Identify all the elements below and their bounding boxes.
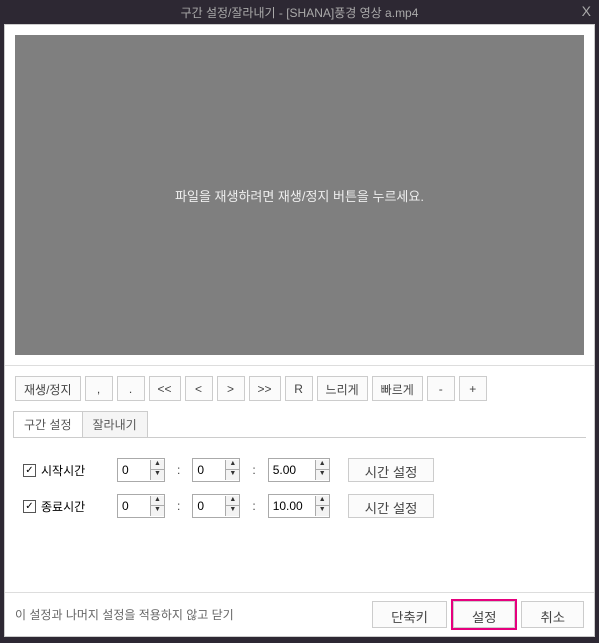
tabs: 구간 설정 잘라내기	[13, 411, 586, 438]
reset-button[interactable]: R	[285, 376, 313, 401]
up-icon[interactable]: ▲	[225, 460, 239, 470]
end-sec-field[interactable]	[269, 496, 315, 516]
start-hour-input[interactable]: ▲▼	[117, 458, 165, 482]
up-icon[interactable]: ▲	[150, 496, 164, 506]
set-start-time-button[interactable]: 시간 설정	[348, 458, 435, 482]
up-icon[interactable]: ▲	[225, 496, 239, 506]
frame-fwd-button[interactable]: .	[117, 376, 145, 401]
end-time-row: ✓ 종료시간 ▲▼ : ▲▼ : ▲▼ 시간 설정	[23, 494, 576, 518]
start-sec-input[interactable]: ▲▼	[268, 458, 330, 482]
start-hour-field[interactable]	[118, 460, 150, 480]
start-time-row: ✓ 시작시간 ▲▼ : ▲▼ : ▲▼ 시간 설정	[23, 458, 576, 482]
start-time-label: 시작시간	[41, 462, 85, 479]
tab-range[interactable]: 구간 설정	[13, 411, 83, 437]
end-sec-input[interactable]: ▲▼	[268, 494, 330, 518]
colon: :	[173, 463, 184, 477]
rewind-fast-button[interactable]: <<	[149, 376, 181, 401]
faster-button[interactable]: 빠르게	[372, 376, 423, 401]
down-icon[interactable]: ▼	[225, 470, 239, 480]
video-preview: 파일을 재생하려면 재생/정지 버튼을 누르세요.	[15, 35, 584, 355]
up-icon[interactable]: ▲	[315, 460, 329, 470]
preview-message: 파일을 재생하려면 재생/정지 버튼을 누르세요.	[175, 186, 424, 205]
window-body: 파일을 재생하려면 재생/정지 버튼을 누르세요. 재생/정지 , . << <…	[4, 24, 595, 637]
colon: :	[173, 499, 184, 513]
forward-button[interactable]: >	[217, 376, 245, 401]
end-hour-field[interactable]	[118, 496, 150, 516]
start-min-input[interactable]: ▲▼	[192, 458, 240, 482]
preview-wrap: 파일을 재생하려면 재생/정지 버튼을 누르세요.	[5, 25, 594, 366]
zoom-out-button[interactable]: -	[427, 376, 455, 401]
bottom-bar: 이 설정과 나머지 설정을 적용하지 않고 닫기 단축키 설정 취소	[5, 592, 594, 636]
down-icon[interactable]: ▼	[315, 506, 329, 516]
end-hour-spinner[interactable]: ▲▼	[150, 496, 164, 516]
end-time-label: 종료시간	[41, 498, 85, 515]
end-time-checkbox-group: ✓ 종료시간	[23, 498, 109, 515]
titlebar: 구간 설정/잘라내기 - [SHANA]풍경 영상 a.mp4 X	[0, 0, 599, 24]
close-without-apply-note[interactable]: 이 설정과 나머지 설정을 적용하지 않고 닫기	[15, 606, 366, 623]
up-icon[interactable]: ▲	[315, 496, 329, 506]
start-hour-spinner[interactable]: ▲▼	[150, 460, 164, 480]
apply-button[interactable]: 설정	[453, 601, 516, 628]
range-panel: ✓ 시작시간 ▲▼ : ▲▼ : ▲▼ 시간 설정	[13, 438, 586, 540]
end-min-spinner[interactable]: ▲▼	[225, 496, 239, 516]
start-min-field[interactable]	[193, 460, 225, 480]
frame-back-button[interactable]: ,	[85, 376, 113, 401]
end-min-input[interactable]: ▲▼	[192, 494, 240, 518]
down-icon[interactable]: ▼	[150, 506, 164, 516]
cancel-button[interactable]: 취소	[521, 601, 584, 628]
end-sec-spinner[interactable]: ▲▼	[315, 496, 329, 516]
up-icon[interactable]: ▲	[150, 460, 164, 470]
tabs-container: 구간 설정 잘라내기 ✓ 시작시간 ▲▼ : ▲▼ :	[5, 411, 594, 540]
start-sec-spinner[interactable]: ▲▼	[315, 460, 329, 480]
forward-fast-button[interactable]: >>	[249, 376, 281, 401]
set-end-time-button[interactable]: 시간 설정	[348, 494, 435, 518]
down-icon[interactable]: ▼	[225, 506, 239, 516]
down-icon[interactable]: ▼	[150, 470, 164, 480]
end-hour-input[interactable]: ▲▼	[117, 494, 165, 518]
slower-button[interactable]: 느리게	[317, 376, 368, 401]
start-min-spinner[interactable]: ▲▼	[225, 460, 239, 480]
close-icon[interactable]: X	[582, 3, 591, 19]
end-time-checkbox[interactable]: ✓	[23, 500, 36, 513]
shortcut-button[interactable]: 단축키	[372, 601, 447, 628]
player-controls: 재생/정지 , . << < > >> R 느리게 빠르게 - +	[5, 366, 594, 411]
start-time-checkbox-group: ✓ 시작시간	[23, 462, 109, 479]
tab-cut[interactable]: 잘라내기	[82, 411, 148, 437]
start-sec-field[interactable]	[269, 460, 315, 480]
play-pause-button[interactable]: 재생/정지	[15, 376, 81, 401]
colon: :	[248, 499, 259, 513]
zoom-in-button[interactable]: +	[459, 376, 487, 401]
start-time-checkbox[interactable]: ✓	[23, 464, 36, 477]
colon: :	[248, 463, 259, 477]
down-icon[interactable]: ▼	[315, 470, 329, 480]
window-title: 구간 설정/잘라내기 - [SHANA]풍경 영상 a.mp4	[181, 4, 419, 21]
rewind-button[interactable]: <	[185, 376, 213, 401]
end-min-field[interactable]	[193, 496, 225, 516]
